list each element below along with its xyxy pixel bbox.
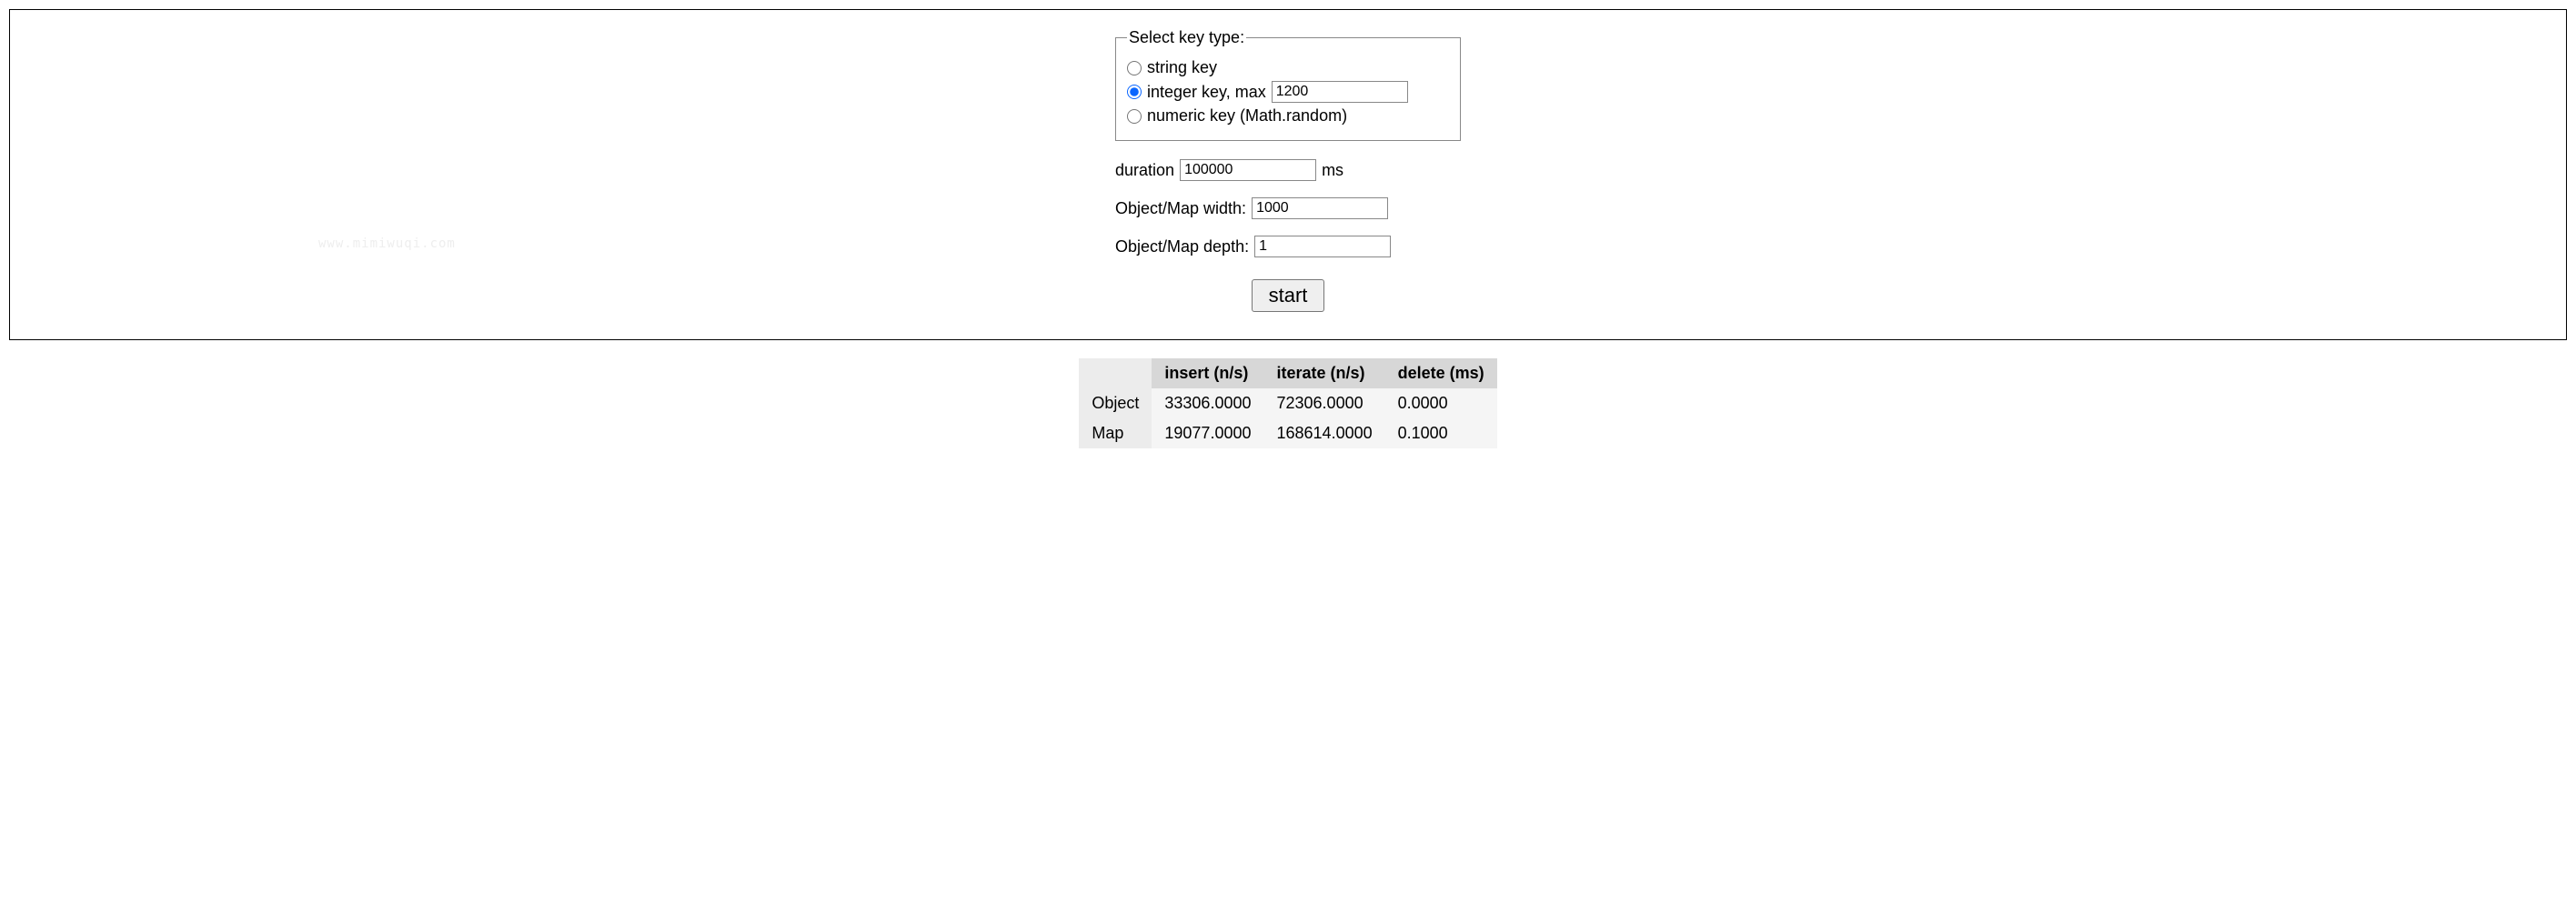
radio-row-string-key: string key xyxy=(1127,58,1449,77)
radio-string-key[interactable] xyxy=(1127,61,1142,75)
row-label-object: Object xyxy=(1079,388,1152,418)
radio-numeric-key-label: numeric key (Math.random) xyxy=(1147,106,1347,126)
results-header-iterate: iterate (n/s) xyxy=(1264,358,1385,388)
table-row: Object 33306.0000 72306.0000 0.0000 xyxy=(1079,388,1496,418)
duration-input[interactable] xyxy=(1180,159,1316,181)
duration-unit: ms xyxy=(1322,161,1343,180)
integer-key-max-input[interactable] xyxy=(1272,81,1408,103)
cell-map-insert: 19077.0000 xyxy=(1152,418,1263,448)
config-panel: Select key type: string key integer key,… xyxy=(9,9,2567,340)
start-button[interactable]: start xyxy=(1252,279,1325,312)
radio-numeric-key[interactable] xyxy=(1127,109,1142,124)
width-row: Object/Map width: xyxy=(1115,197,1461,219)
radio-string-key-label: string key xyxy=(1147,58,1217,77)
radio-row-numeric-key: numeric key (Math.random) xyxy=(1127,106,1449,126)
results-header-insert: insert (n/s) xyxy=(1152,358,1263,388)
results-header-delete: delete (ms) xyxy=(1385,358,1497,388)
cell-map-iterate: 168614.0000 xyxy=(1264,418,1385,448)
results-table: insert (n/s) iterate (n/s) delete (ms) O… xyxy=(1079,358,1496,448)
radio-integer-key-label: integer key, max xyxy=(1147,83,1266,102)
radio-integer-key[interactable] xyxy=(1127,85,1142,99)
form-area: Select key type: string key integer key,… xyxy=(1115,28,1461,312)
results-header-row: insert (n/s) iterate (n/s) delete (ms) xyxy=(1079,358,1496,388)
depth-input[interactable] xyxy=(1254,236,1391,257)
cell-object-insert: 33306.0000 xyxy=(1152,388,1263,418)
depth-row: Object/Map depth: xyxy=(1115,236,1461,257)
cell-object-delete: 0.0000 xyxy=(1385,388,1497,418)
radio-row-integer-key: integer key, max xyxy=(1127,81,1449,103)
table-row: Map 19077.0000 168614.0000 0.1000 xyxy=(1079,418,1496,448)
results-header-corner xyxy=(1079,358,1152,388)
duration-row: duration ms xyxy=(1115,159,1461,181)
width-input[interactable] xyxy=(1252,197,1388,219)
start-row: start xyxy=(1115,279,1461,312)
duration-label: duration xyxy=(1115,161,1174,180)
cell-map-delete: 0.1000 xyxy=(1385,418,1497,448)
row-label-map: Map xyxy=(1079,418,1152,448)
width-label: Object/Map width: xyxy=(1115,199,1246,218)
cell-object-iterate: 72306.0000 xyxy=(1264,388,1385,418)
depth-label: Object/Map depth: xyxy=(1115,237,1249,256)
key-type-legend: Select key type: xyxy=(1127,28,1246,47)
key-type-fieldset: Select key type: string key integer key,… xyxy=(1115,28,1461,141)
